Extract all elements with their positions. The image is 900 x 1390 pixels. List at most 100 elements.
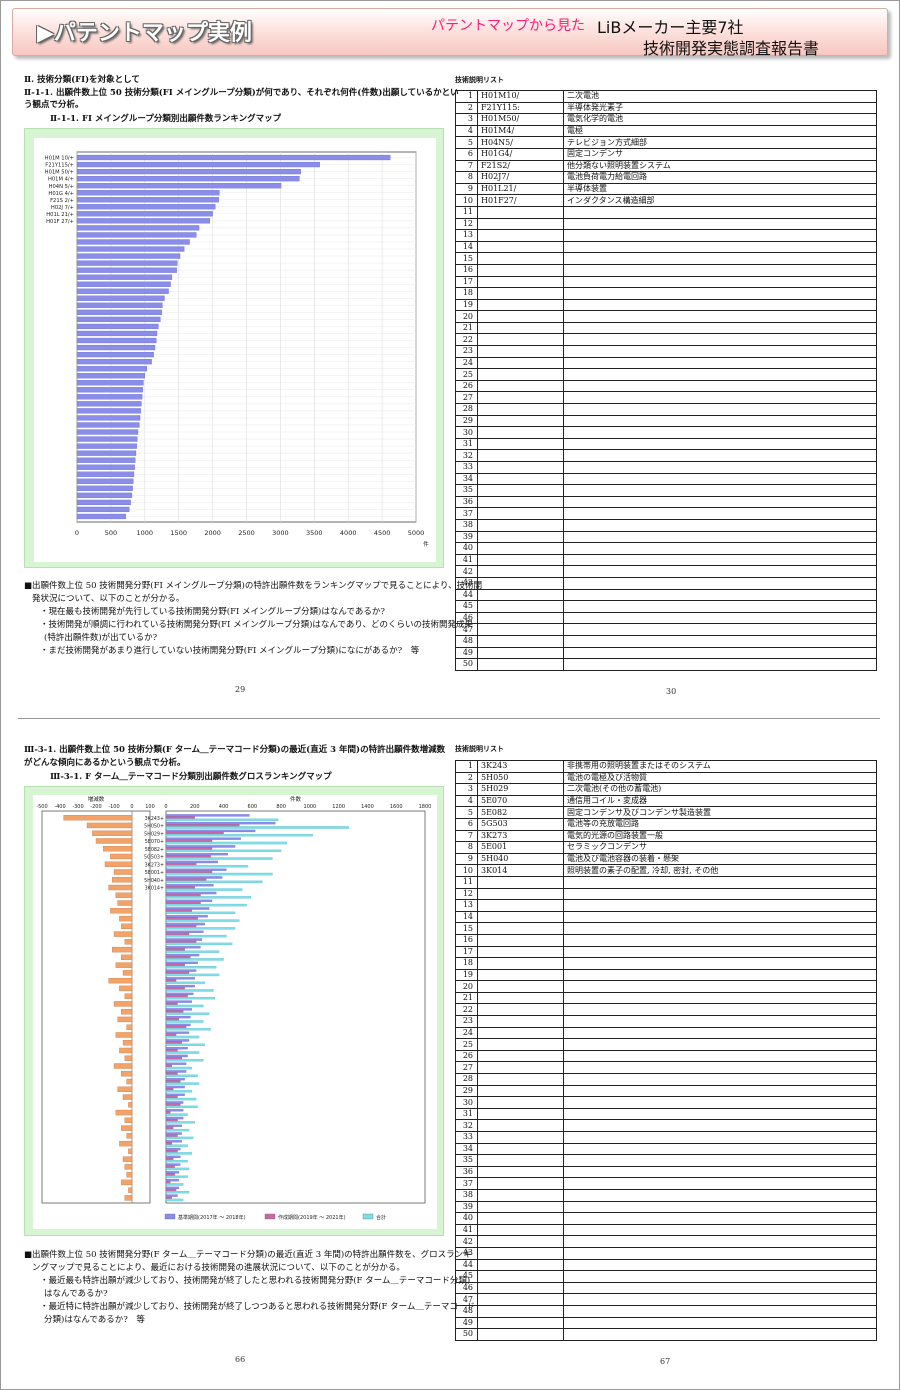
change-bar (121, 1009, 133, 1015)
category-label: H01M 10/+ (45, 156, 74, 162)
bar (76, 323, 159, 330)
table-row: 20 (455, 980, 877, 993)
row-number: 36 (455, 495, 478, 509)
change-bar (124, 1164, 133, 1170)
recent-period-bar (165, 1056, 182, 1060)
code-cell (477, 275, 564, 289)
description-cell (563, 576, 877, 590)
base-period-bar (165, 1015, 191, 1019)
bar (76, 154, 391, 161)
total-bar (165, 1059, 204, 1062)
description-cell (563, 658, 877, 671)
base-period-bar (165, 891, 217, 895)
recent-period-bar (165, 901, 201, 905)
description-cell: 電気的光源の回路装置一般 (563, 829, 877, 843)
description-cell (563, 240, 877, 254)
change-bar (112, 877, 133, 883)
table-row: 48 (455, 634, 877, 648)
base-period-bar (165, 1116, 184, 1120)
bar (76, 422, 140, 428)
change-bar (108, 977, 133, 984)
bar (76, 443, 137, 449)
bar (76, 513, 126, 520)
base-period-bar (165, 1155, 181, 1159)
table-row: 44 (455, 588, 877, 602)
total-bar (165, 1028, 211, 1031)
total-bar (165, 841, 287, 845)
base-period-bar (165, 961, 198, 965)
description-cell: インダクタンス構造細部 (563, 194, 877, 207)
total-bar (165, 1066, 192, 1070)
table-row: 47 (455, 1293, 877, 1306)
row-number: 28 (455, 403, 478, 416)
table-row: 29 (455, 414, 877, 428)
code-cell (477, 945, 564, 959)
description-cell (563, 321, 877, 335)
table-row: 46 (455, 1281, 877, 1295)
code-cell (477, 588, 564, 602)
change-bar (103, 846, 133, 852)
code-cell (477, 887, 564, 901)
recent-period-bar (165, 847, 213, 850)
x-tick-label: 200 (190, 804, 200, 810)
x-tick-label: 4000 (340, 529, 357, 537)
total-bar (165, 1012, 210, 1015)
code-cell: 3K243 (477, 760, 564, 773)
recent-period-bar (165, 1041, 182, 1044)
code-cell: 3K273 (477, 829, 564, 843)
code-cell (477, 530, 564, 544)
recent-period-bar (165, 956, 191, 959)
row-number: 43 (455, 1246, 478, 1260)
table-row: 8 5E001 セラミックコンデンサ (455, 841, 877, 854)
bar (76, 168, 301, 175)
row-number: 34 (455, 472, 478, 486)
table-row: 28 (455, 1073, 877, 1086)
note-line: ・現在最も技術開発が先行している技術開発分野(FI メイングループ分類)はなんで… (40, 607, 385, 617)
bar (76, 204, 216, 210)
description-cell (563, 1188, 877, 1202)
table-row: 6 H01G4/固定コンデンサ (455, 147, 877, 161)
note-line: 発状況について、以下のことが分かる。 (32, 594, 185, 604)
change-bar (128, 1187, 133, 1193)
table-row: 36 (455, 495, 877, 509)
code-cell (477, 252, 564, 265)
table-row: 10 H01F27/インダクタンス構造細部 (455, 194, 877, 207)
table-row: 14 (455, 910, 877, 924)
table-row: 18 (455, 957, 877, 970)
gross-chart: 増減数 件数 -500 -400 -300 -200 -100 0 100 0 200 400 600 8… (33, 795, 437, 1229)
table-row: 37 (455, 507, 877, 520)
row-number: 28 (455, 1073, 478, 1086)
x-tick-label: 1000 (304, 804, 317, 810)
row-number: 1 (455, 760, 478, 773)
ranking-chart-svg: 0 500 1000 1500 2000 2500 3000 3500 4000 4500 5000… (45, 151, 429, 548)
description-cell (563, 1304, 877, 1318)
description-cell (563, 484, 877, 497)
total-bar (165, 1035, 200, 1039)
base-period-bar (165, 1194, 178, 1197)
base-period-bar (165, 992, 194, 996)
table-row: 15 (455, 922, 877, 935)
description-cell (563, 1038, 877, 1051)
base-period-bar (165, 845, 236, 848)
code-cell (477, 426, 564, 439)
x-tick-label: -400 (54, 804, 65, 810)
row-number: 13 (455, 229, 478, 242)
banner-report-line2: 技術開発実態調査報告書 (643, 39, 820, 58)
description-cell (563, 333, 877, 347)
table-row: 43 (455, 1246, 877, 1260)
x-tick-label: 0 (164, 804, 167, 810)
code-cell (477, 1293, 564, 1306)
recent-period-bar (165, 1095, 178, 1099)
base-period-bar (165, 876, 223, 879)
total-bar (165, 911, 236, 915)
table-row: 1 3K243 非携帯用の照明装置またはそのシステム (455, 760, 877, 773)
note-line: ・最近最も特許出願が減少しており、技術開発が終了したと思われる技術開発分野(F … (40, 1276, 471, 1286)
table-row: 25 (455, 368, 877, 381)
row-number: 41 (455, 553, 478, 567)
row-number: 12 (455, 887, 478, 901)
total-bar (165, 1090, 192, 1093)
table-row: 1 H01M10/二次電池 (455, 90, 877, 103)
description-cell (563, 379, 877, 393)
code-cell: F21Y115: (477, 101, 564, 115)
category-label: F21S 2/+ (50, 198, 74, 204)
